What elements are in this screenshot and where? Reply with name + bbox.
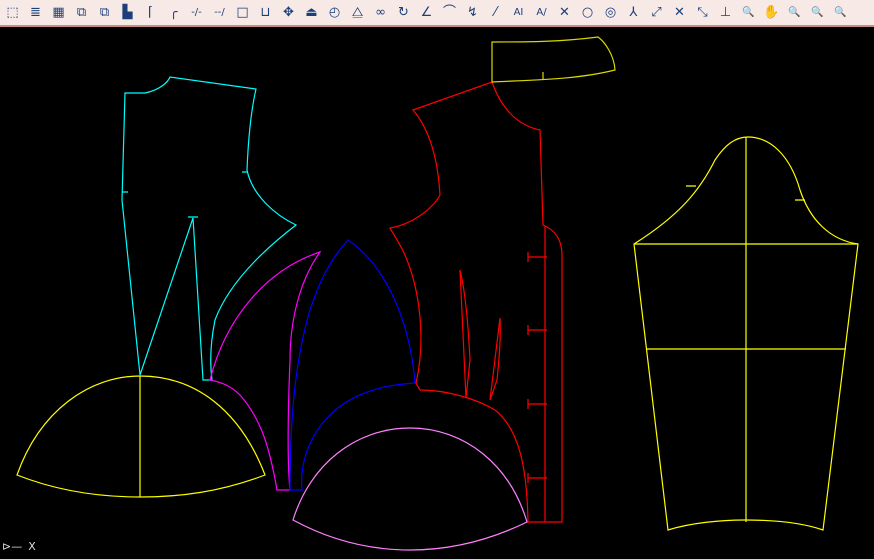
- perpendicular-button[interactable]: ⊥: [715, 2, 736, 23]
- bezier-curve-button[interactable]: ↯: [462, 2, 483, 23]
- paste-piece-icon: ⧉: [99, 5, 110, 20]
- ruler-measure-icon: ▙: [122, 5, 133, 20]
- zoom-in-out-icon: 🔍: [788, 6, 801, 18]
- copy-piece-button[interactable]: ⧉: [71, 2, 92, 23]
- rotate-button[interactable]: ↻: [393, 2, 414, 23]
- layer-list-button[interactable]: ≣: [25, 2, 46, 23]
- circle-button[interactable]: ○: [577, 2, 598, 23]
- color-properties-icon: ▦: [52, 5, 65, 20]
- link-pieces-icon: ∞: [375, 5, 386, 20]
- line-button[interactable]: ⁄: [485, 2, 506, 23]
- copy-piece-icon: ⧉: [76, 5, 87, 20]
- pan-hand-button[interactable]: ✋: [761, 2, 782, 23]
- side-panel-piece[interactable]: [209, 250, 322, 491]
- collar-piece[interactable]: [491, 36, 616, 83]
- angle-button[interactable]: ∠: [416, 2, 437, 23]
- edit-text-icon: A/: [536, 6, 547, 18]
- zoom-window-icon: 🔍: [742, 6, 755, 18]
- measure-angle-icon: ◴: [328, 5, 341, 20]
- text-icon: AI: [513, 6, 524, 18]
- skirt-piece-right[interactable]: [292, 427, 528, 551]
- move-button[interactable]: ✥: [278, 2, 299, 23]
- zoom-window-button[interactable]: 🔍: [738, 2, 759, 23]
- concentric-circle-icon: ◎: [604, 5, 617, 20]
- edit-text-button[interactable]: A/: [531, 2, 552, 23]
- rectangle-button[interactable]: □: [232, 2, 253, 23]
- intersect-icon: ✕: [559, 5, 570, 20]
- zoom-previous-button[interactable]: 🔍: [807, 2, 828, 23]
- ucs-x-label: X: [28, 540, 36, 553]
- zoom-previous-icon: 🔍: [811, 6, 824, 18]
- mirror-icon: ⧋: [351, 5, 364, 20]
- cut-line-button[interactable]: -/-: [186, 2, 207, 23]
- line-icon: ⁄: [494, 5, 497, 20]
- ruler-measure-button[interactable]: ▙: [117, 2, 138, 23]
- color-properties-button[interactable]: ▦: [48, 2, 69, 23]
- mirror-button[interactable]: ⧋: [347, 2, 368, 23]
- rotate-icon: ↻: [398, 5, 409, 20]
- ucs-indicator: ⊳— X: [2, 540, 36, 553]
- cross-button[interactable]: ✕: [669, 2, 690, 23]
- back-side-panel-piece[interactable]: [289, 239, 416, 491]
- zoom-extents-button[interactable]: 🔍: [830, 2, 851, 23]
- notch-icon: ⅄: [629, 5, 638, 20]
- corner-line-button[interactable]: ⌈: [140, 2, 161, 23]
- rectangle-icon: □: [236, 5, 249, 20]
- cut-line-icon: -/-: [191, 6, 202, 18]
- layer-list-icon: ≣: [30, 5, 41, 20]
- extend-line-button[interactable]: --/: [209, 2, 230, 23]
- pan-hand-icon: ✋: [763, 5, 780, 20]
- zoom-extents-icon: 🔍: [834, 6, 847, 18]
- midpoint-icon: ⤡: [697, 5, 708, 20]
- midpoint-button[interactable]: ⤡: [692, 2, 713, 23]
- notch-button[interactable]: ⅄: [623, 2, 644, 23]
- select-window-button[interactable]: ⬚: [2, 2, 23, 23]
- arc-icon: ⌒: [442, 5, 456, 20]
- extend-line-icon: --/: [214, 6, 225, 18]
- drawing-canvas[interactable]: [0, 29, 874, 559]
- measure-angle-button[interactable]: ◴: [324, 2, 345, 23]
- cross-icon: ✕: [674, 5, 685, 20]
- stamp-icon: ⏏: [305, 5, 318, 20]
- text-button[interactable]: AI: [508, 2, 529, 23]
- toolbar: ⬚ ≣ ▦ ⧉ ⧉ ▙ ⌈ ╭ -/- --/ □ ⊔ ✥ ⏏ ◴ ⧋ ∞ ↻ ∠ ⌒ ↯ ⁄ AI A/ ✕ ○ ◎ ⅄ ⤢ ✕ ⤡ ⊥ 🔍 ✋…: [0, 0, 874, 27]
- stamp-button[interactable]: ⏏: [301, 2, 322, 23]
- corner-line-icon: ⌈: [147, 5, 154, 20]
- concentric-circle-button[interactable]: ◎: [600, 2, 621, 23]
- zoom-in-out-button[interactable]: 🔍: [784, 2, 805, 23]
- circle-icon: ○: [581, 5, 594, 20]
- open-rectangle-icon: ⊔: [260, 5, 271, 20]
- corner-curve-button[interactable]: ╭: [163, 2, 184, 23]
- sleeve-piece[interactable]: [633, 136, 859, 531]
- select-window-icon: ⬚: [6, 5, 19, 20]
- arc-button[interactable]: ⌒: [439, 2, 460, 23]
- front-bodice-piece[interactable]: [121, 76, 298, 381]
- open-rectangle-button[interactable]: ⊔: [255, 2, 276, 23]
- link-pieces-button[interactable]: ∞: [370, 2, 391, 23]
- paste-piece-button[interactable]: ⧉: [94, 2, 115, 23]
- skirt-piece-left[interactable]: [16, 375, 266, 498]
- back-bodice-piece[interactable]: [389, 81, 563, 523]
- move-icon: ✥: [283, 5, 294, 20]
- intersect-button[interactable]: ✕: [554, 2, 575, 23]
- ucs-arrow-icon: ⊳—: [2, 540, 23, 553]
- perpendicular-icon: ⊥: [719, 5, 732, 20]
- bezier-curve-icon: ↯: [467, 5, 478, 20]
- angle-icon: ∠: [420, 5, 433, 20]
- point-line-icon: ⤢: [651, 5, 662, 20]
- point-line-button[interactable]: ⤢: [646, 2, 667, 23]
- corner-curve-icon: ╭: [169, 5, 178, 20]
